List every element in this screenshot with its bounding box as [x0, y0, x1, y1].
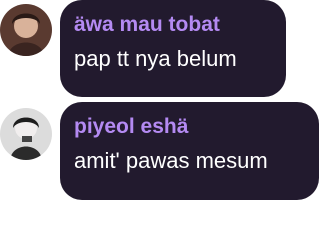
message-bubble[interactable]: piyeol eshä amit' pawas mesum	[60, 102, 319, 200]
message-author[interactable]: äwa mau tobat	[74, 12, 272, 38]
avatar-image	[0, 108, 52, 160]
chat-message: äwa mau tobat pap tt nya belum	[0, 0, 320, 100]
message-bubble[interactable]: äwa mau tobat pap tt nya belum	[60, 0, 286, 97]
message-text: amit' pawas mesum	[74, 148, 268, 173]
chat-list: äwa mau tobat pap tt nya belum piyeol es…	[0, 0, 320, 252]
avatar-image	[0, 4, 52, 56]
chat-message: piyeol eshä amit' pawas mesum	[0, 102, 320, 202]
message-author[interactable]: piyeol eshä	[74, 114, 305, 140]
user-avatar-1[interactable]	[0, 4, 52, 56]
user-avatar-2[interactable]	[0, 108, 52, 160]
message-text: pap tt nya belum	[74, 46, 237, 71]
